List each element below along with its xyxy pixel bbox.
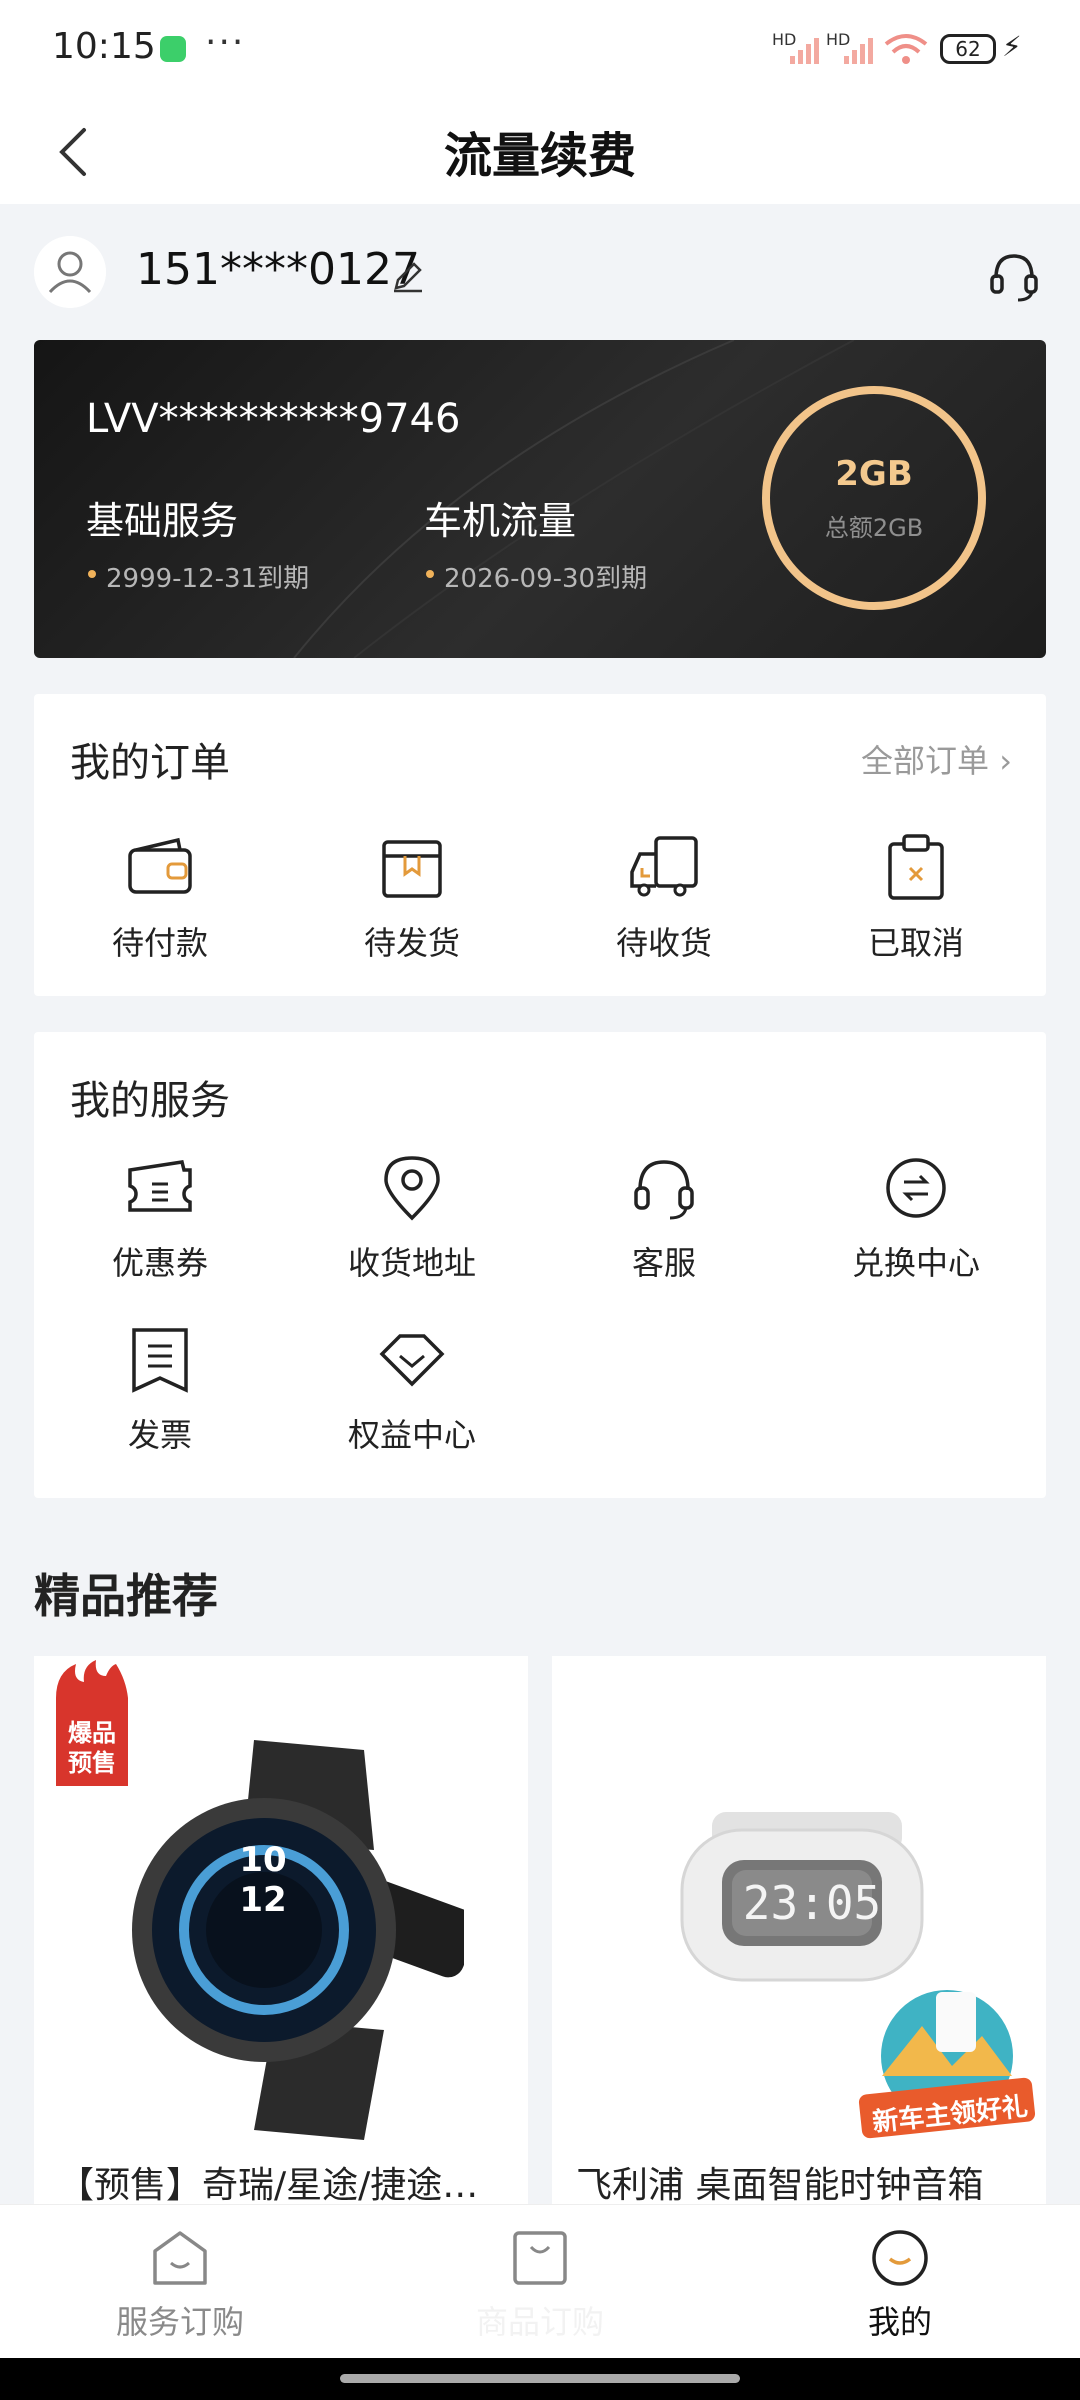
product-name: 飞利浦 桌面智能时钟音箱 xyxy=(576,2165,984,2206)
orders-title: 我的订单 xyxy=(70,740,230,786)
order-label: 已取消 xyxy=(867,924,964,962)
watch-time-minute: 12 xyxy=(239,1880,287,1920)
coupon-icon xyxy=(128,1160,192,1212)
page-title: 流量续费 xyxy=(443,128,636,184)
chevron-right-icon: › xyxy=(999,742,1012,780)
status-bar: 10:15 ··· HD HD 62 ⚡ xyxy=(0,0,1080,100)
truck-icon xyxy=(630,836,698,897)
service-benefits-center[interactable]: 权益中心 xyxy=(312,1324,512,1456)
tab-label: 我的 xyxy=(867,2303,932,2341)
cancel-clipboard-icon xyxy=(888,834,944,900)
service-label-data: 车机流量 xyxy=(424,499,577,543)
order-cancelled[interactable]: 已取消 xyxy=(816,832,1016,964)
data-usage-value: 2GB xyxy=(835,454,913,494)
order-pending-receipt[interactable]: 待收货 xyxy=(564,832,764,964)
headset-icon xyxy=(634,1160,694,1220)
tab-product-order[interactable]: 商品订购 xyxy=(430,2227,650,2343)
profile-icon xyxy=(872,2230,928,2286)
service-label: 客服 xyxy=(631,1244,696,1282)
service-expiry-data: 2026-09-30到期 xyxy=(444,564,648,594)
all-orders-label: 全部订单 xyxy=(861,742,990,780)
service-expiry-basic: 2999-12-31到期 xyxy=(106,564,310,594)
box-icon xyxy=(382,840,442,898)
product-card-clock[interactable]: 23:05 新车主领好礼 飞利浦 桌面智能时钟音箱 xyxy=(552,1656,1046,2216)
tab-mine[interactable]: 我的 xyxy=(790,2227,1010,2343)
service-exchange-center[interactable]: 兑换中心 xyxy=(816,1152,1016,1284)
orders-panel: 我的订单 全部订单 › 待付款 待发货 待收货 已取消 xyxy=(34,694,1046,996)
tab-label: 商品订购 xyxy=(475,2303,604,2341)
services-title: 我的服务 xyxy=(70,1078,230,1124)
order-label: 待收货 xyxy=(615,924,712,962)
call-icon xyxy=(160,36,186,62)
order-label: 待发货 xyxy=(363,924,460,962)
data-usage-ring xyxy=(762,386,986,610)
badge-label: 爆品预售 xyxy=(68,1719,116,1777)
location-pin-icon xyxy=(384,1156,440,1221)
home-indicator-pill[interactable] xyxy=(340,2374,740,2383)
diamond-icon xyxy=(379,1334,445,1387)
charging-icon: ⚡ xyxy=(1002,30,1022,63)
user-phone: 151****0127 xyxy=(136,244,420,295)
status-time: 10:15 xyxy=(52,26,156,67)
smartwatch-image xyxy=(132,1740,464,2140)
service-customer-support[interactable]: 客服 xyxy=(564,1152,764,1284)
service-label: 优惠券 xyxy=(111,1244,208,1282)
clock-display-time: 23:05 xyxy=(742,1876,882,1930)
tab-service-subscribe[interactable]: 服务订购 xyxy=(70,2227,290,2343)
vehicle-card: LVV**********9746 基础服务 2999-12-31到期 车机流量… xyxy=(34,340,1046,658)
battery-indicator: 62 xyxy=(940,34,996,64)
more-dots-icon: ··· xyxy=(205,22,246,63)
invoice-icon xyxy=(132,1328,188,1393)
bag-icon xyxy=(513,2231,567,2285)
order-pending-payment[interactable]: 待付款 xyxy=(60,832,260,964)
service-label: 发票 xyxy=(127,1416,192,1454)
service-label-basic: 基础服务 xyxy=(86,499,239,543)
exchange-icon xyxy=(886,1158,946,1218)
recommend-title: 精品推荐 xyxy=(34,1569,218,1623)
product-name: 【预售】奇瑞/星途/捷途智能手表 xyxy=(58,2165,508,2206)
service-address[interactable]: 收货地址 xyxy=(312,1152,512,1284)
service-coupon[interactable]: 优惠券 xyxy=(60,1152,260,1284)
service-label: 兑换中心 xyxy=(851,1244,980,1282)
order-pending-shipment[interactable]: 待发货 xyxy=(312,832,512,964)
nav-header: 流量续费 xyxy=(0,100,1080,204)
vehicle-vin: LVV**********9746 xyxy=(86,396,461,442)
order-label: 待付款 xyxy=(111,924,208,962)
service-label: 权益中心 xyxy=(347,1416,476,1454)
wifi-icon xyxy=(884,34,928,64)
all-orders-link[interactable]: 全部订单 › xyxy=(861,736,1012,782)
status-dot xyxy=(426,570,434,578)
customer-service-icon[interactable] xyxy=(986,248,1042,304)
home-icon xyxy=(153,2231,207,2285)
service-label: 收货地址 xyxy=(347,1244,476,1282)
services-panel: 我的服务 优惠券 收货地址 客服 兑换中心 发票 权益中心 xyxy=(34,1032,1046,1498)
product-card-watch[interactable]: 爆品预售 10 12 【预售】奇瑞/星途/捷途智能手表 xyxy=(34,1656,528,2216)
bottom-tab-bar: 服务订购 商品订购 我的 xyxy=(0,2204,1080,2358)
signal-icon xyxy=(790,38,819,64)
service-invoice[interactable]: 发票 xyxy=(60,1324,260,1456)
watch-time-hour: 10 xyxy=(239,1840,287,1880)
system-home-indicator xyxy=(0,2358,1080,2400)
wallet-icon xyxy=(128,837,192,894)
tab-label: 服务订购 xyxy=(115,2303,244,2341)
user-row: 151****0127 xyxy=(0,204,1080,334)
edit-icon[interactable] xyxy=(390,258,426,294)
status-dot xyxy=(88,570,96,578)
data-usage-total: 总额2GB xyxy=(824,514,924,542)
avatar-icon[interactable] xyxy=(34,236,106,308)
signal-icon-2 xyxy=(844,38,873,64)
